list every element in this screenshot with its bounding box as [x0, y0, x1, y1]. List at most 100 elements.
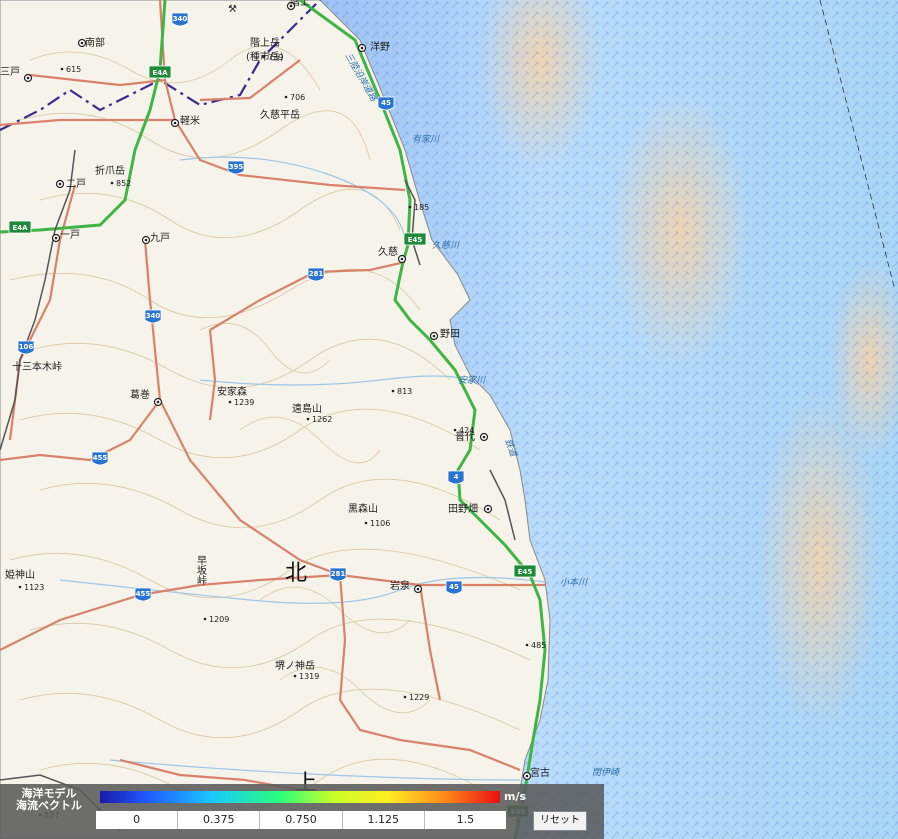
- route-number: 281: [309, 270, 324, 278]
- water-label: 閉伊崎: [592, 767, 621, 778]
- peak-label: 黒森山: [348, 502, 378, 515]
- map-canvas[interactable]: 南部三戸二戸一戸九戸軽米葛巻久慈野田普代田野畑岩泉宮古洋野階上 階上岳(種市岳)…: [0, 0, 898, 839]
- legend-tick: 0: [133, 813, 141, 826]
- elevation-point: [293, 674, 297, 678]
- elevation-label: 185: [414, 203, 429, 212]
- elevation-label: 1209: [209, 615, 229, 624]
- route-number: 455: [93, 454, 108, 462]
- legend-ticks: 0 0.375 0.750 1.125 1.5: [96, 811, 506, 829]
- elevation-point: [228, 400, 232, 404]
- water-label: 久慈川: [432, 240, 460, 251]
- elevation-point: [262, 55, 266, 59]
- peak-label: 十三本木峠: [12, 360, 62, 373]
- elevation-label: 813: [397, 387, 412, 396]
- place-label: 軽米: [180, 114, 200, 127]
- place-marker-dot: [360, 46, 364, 50]
- legend-unit: m/s: [504, 790, 527, 803]
- elevation-label: 615: [66, 65, 81, 74]
- legend-tick: 0.375: [177, 811, 259, 829]
- place-marker-dot: [486, 507, 490, 511]
- place-label: 九戸: [150, 232, 170, 244]
- peak-label: 階上岳: [250, 37, 280, 49]
- elevation-label: 706: [290, 93, 305, 102]
- elevation-label: 424: [459, 426, 474, 435]
- place-marker-dot: [525, 774, 529, 778]
- water-label: 安家川: [458, 375, 486, 386]
- route-number: 281: [331, 570, 346, 578]
- expressway-number: E4A: [12, 224, 28, 232]
- route-number: 4: [454, 473, 459, 481]
- place-label: 久慈: [378, 245, 398, 258]
- route-number: 45: [381, 99, 391, 107]
- peak-label: 折爪岳: [95, 164, 125, 177]
- place-marker-dot: [400, 257, 404, 261]
- place-label: 南部: [85, 36, 105, 49]
- place-marker-dot: [482, 435, 486, 439]
- place-marker-dot: [26, 76, 30, 80]
- elevation-label: 1262: [312, 415, 332, 424]
- peak-label: 安家森: [217, 385, 247, 398]
- place-marker-dot: [173, 121, 177, 125]
- water-label: 有家川: [412, 134, 440, 145]
- reset-button[interactable]: リセット: [533, 811, 587, 831]
- place-marker-dot: [144, 238, 148, 242]
- place-label: 岩泉: [390, 579, 410, 592]
- elevation-point: [306, 417, 310, 421]
- elevation-label: 1106: [370, 519, 390, 528]
- place-marker-dot: [58, 182, 62, 186]
- route-number: 45: [449, 583, 459, 591]
- route-number: 106: [19, 343, 34, 351]
- place-marker-dot: [156, 400, 160, 404]
- mine-icon: ⚒: [228, 4, 237, 15]
- elevation-label: 485: [531, 641, 546, 650]
- expressway-number: E4A: [152, 69, 168, 77]
- elevation-point: [453, 428, 457, 432]
- peak-label: 遠島山: [292, 402, 322, 415]
- route-number: 395: [229, 163, 244, 171]
- peak-label: 堺ノ神岳: [275, 659, 315, 672]
- place-label: 二戸: [66, 178, 86, 190]
- elevation-point: [60, 67, 64, 71]
- place-label: 野田: [440, 328, 460, 340]
- elevation-point: [18, 585, 22, 589]
- legend-color-bar: [100, 791, 500, 803]
- elevation-point: [403, 695, 407, 699]
- route-number: 455: [136, 590, 151, 598]
- elevation-point: [203, 617, 207, 621]
- place-label: 葛巻: [130, 388, 150, 401]
- place-marker-dot: [432, 334, 436, 338]
- place-marker-dot: [80, 41, 84, 45]
- expressway-number: E45: [408, 236, 423, 244]
- elevation-label: 739: [268, 53, 283, 62]
- place-label: 洋野: [370, 40, 390, 53]
- region-label-north: 北: [285, 561, 307, 586]
- elevation-label: 852: [116, 179, 131, 188]
- place-marker-dot: [54, 236, 58, 240]
- elevation-label: 1239: [234, 398, 254, 407]
- elevation-point: [110, 181, 114, 185]
- place-label: 宮古: [530, 766, 550, 779]
- legend-tick: 0.750: [259, 811, 341, 829]
- route-number: 340: [173, 15, 188, 23]
- legend-tick: 1.5: [423, 811, 506, 829]
- place-label: 一戸: [60, 229, 80, 241]
- peak-label: 久慈平岳: [260, 108, 300, 121]
- place-marker-dot: [416, 587, 420, 591]
- water-label: 小本川: [560, 577, 588, 588]
- peak-label: 早坂峠: [195, 555, 207, 586]
- elevation-point: [525, 643, 529, 647]
- elevation-label: 1229: [409, 693, 429, 702]
- elevation-point: [364, 521, 368, 525]
- elevation-label: 1123: [24, 583, 44, 592]
- legend-title: 海洋モデル 海流ベクトル: [6, 788, 92, 812]
- legend-title-line2: 海流ベクトル: [16, 799, 82, 812]
- current-vector-legend: 海洋モデル 海流ベクトル m/s 0 0.375 0.750 1.125 1.5…: [0, 784, 604, 839]
- route-number: 340: [146, 312, 161, 320]
- elevation-point: [391, 389, 395, 393]
- elevation-point: [284, 95, 288, 99]
- place-label: 田野畑: [448, 502, 478, 515]
- peak-label: 姫神山: [5, 568, 35, 581]
- elevation-point: [408, 205, 412, 209]
- place-label: 階上: [290, 0, 310, 8]
- expressway-number: E45: [518, 568, 533, 576]
